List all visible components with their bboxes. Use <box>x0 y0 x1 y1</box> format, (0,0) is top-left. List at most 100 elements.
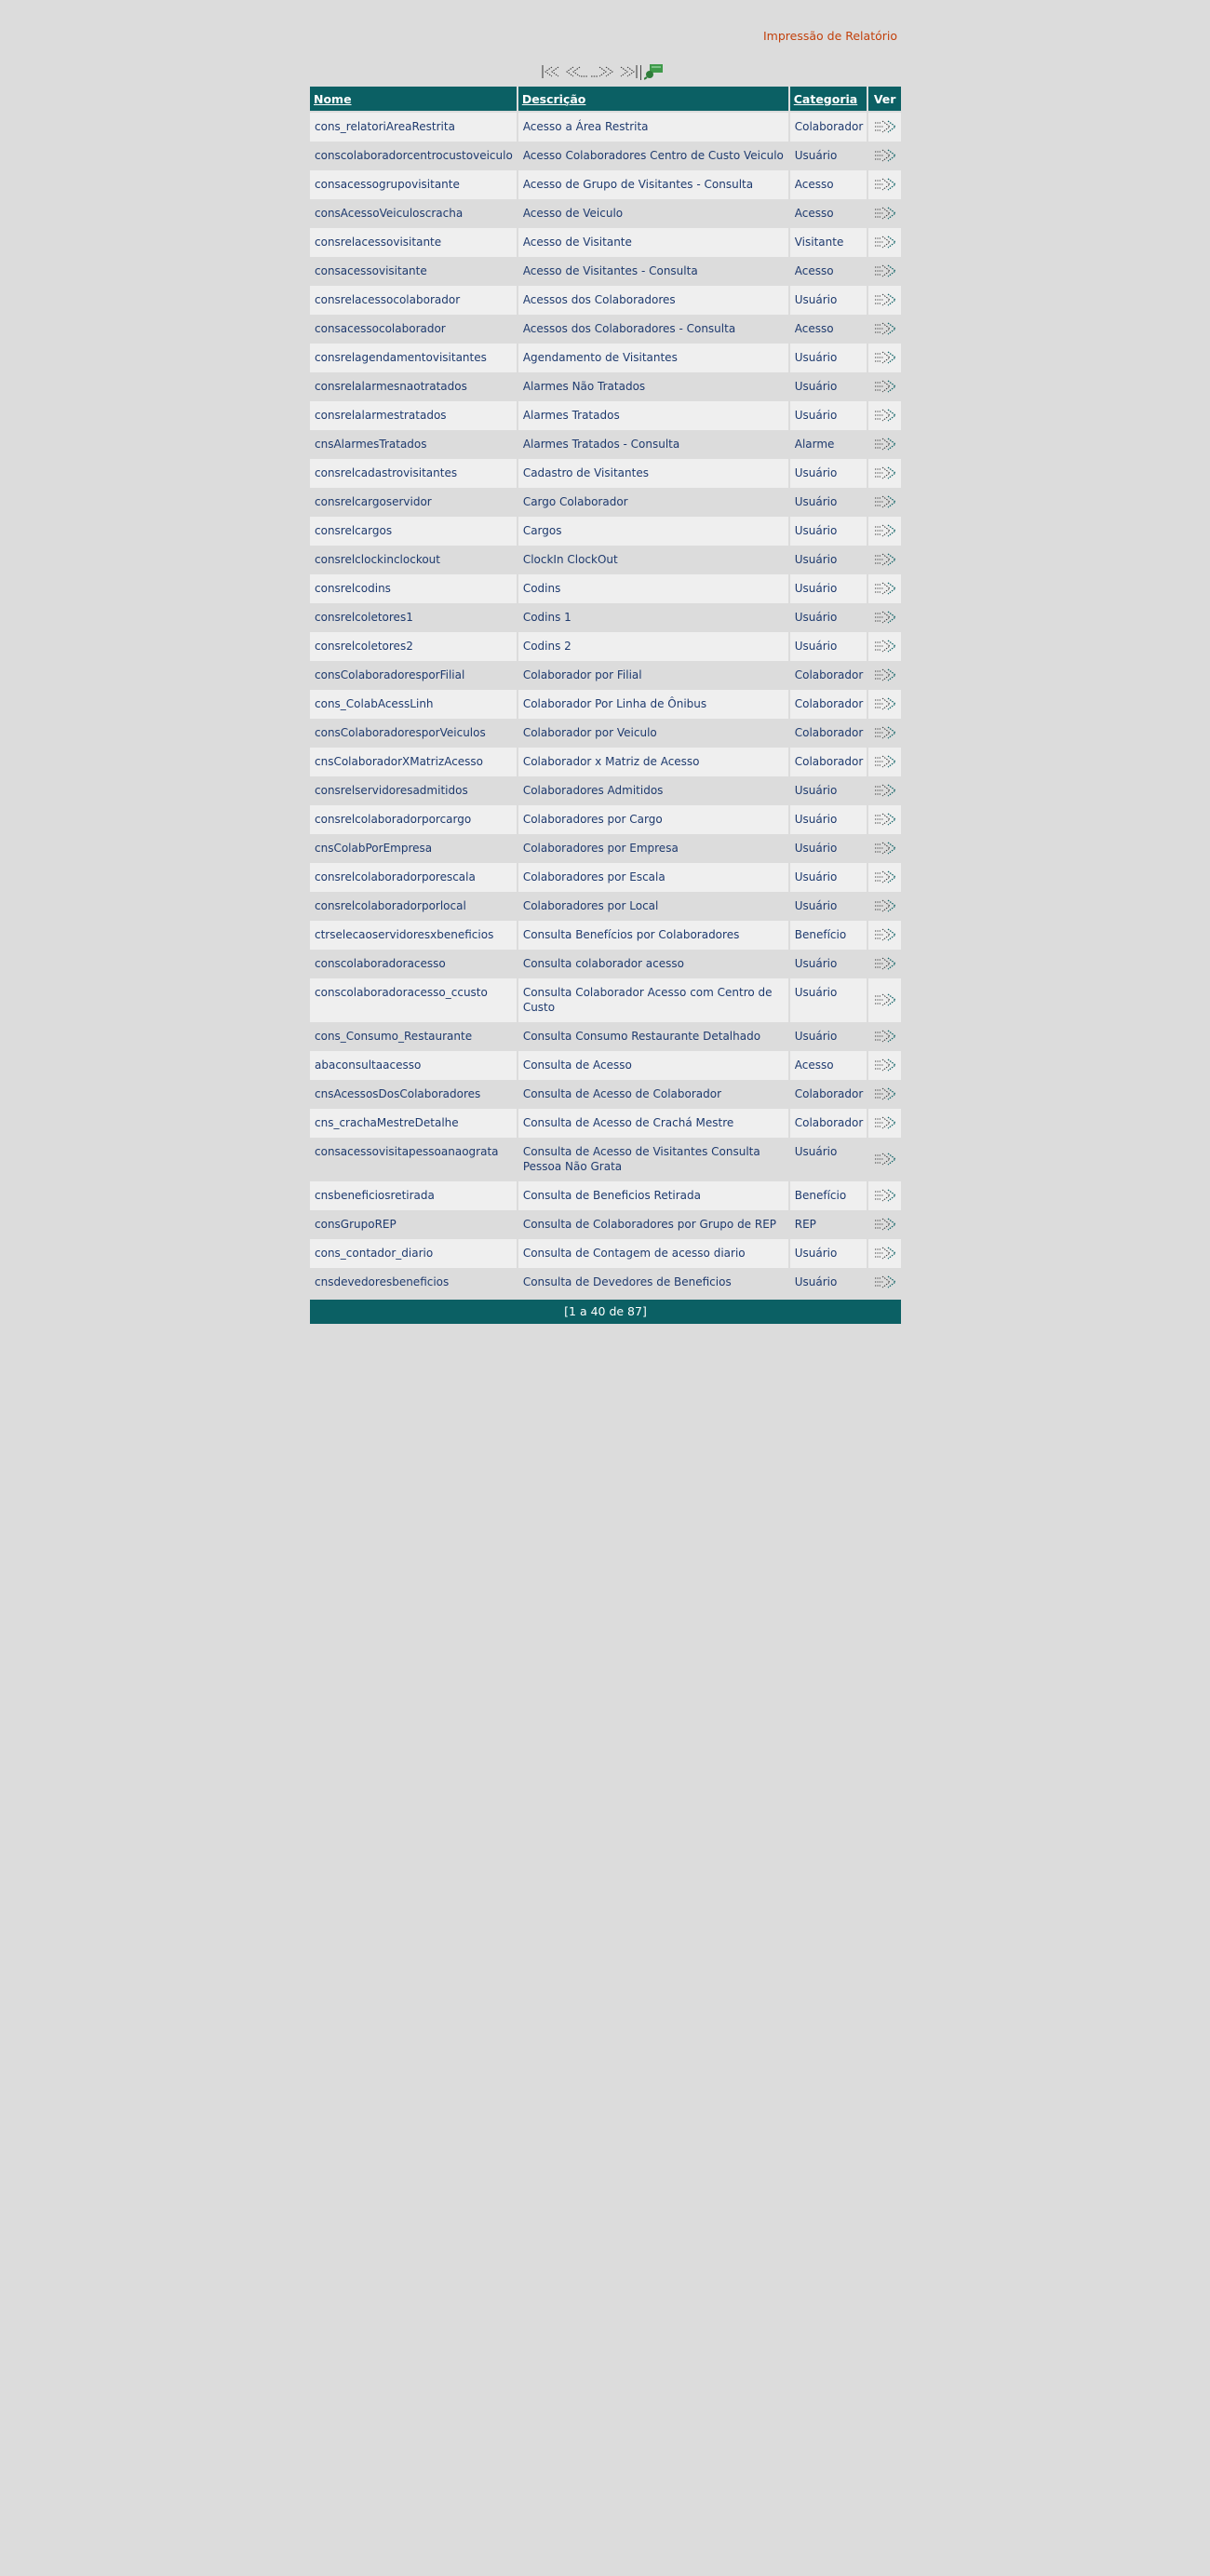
table-row[interactable]: cons_contador_diario Consulta de Contagem… <box>310 1239 901 1268</box>
table-row[interactable]: consrelcoletores2 Codins 2 Usuário <box>310 632 901 661</box>
column-header-categoria[interactable]: Categoria <box>789 87 867 113</box>
view-arrow-icon[interactable] <box>873 465 897 484</box>
table-row[interactable]: cnsdevedoresbeneficios Consulta de Devedo… <box>310 1268 901 1297</box>
cell-categoria: Usuário <box>789 603 867 632</box>
table-row[interactable]: consrelcoletores1 Codins 1 Usuário <box>310 603 901 632</box>
table-row[interactable]: consrelservidoresadmitidos Colaboradores … <box>310 776 901 805</box>
view-arrow-icon[interactable] <box>873 725 897 744</box>
view-arrow-icon[interactable] <box>873 1152 897 1170</box>
column-header-descricao[interactable]: Descrição <box>518 87 788 113</box>
view-arrow-icon[interactable] <box>873 1086 897 1105</box>
table-row[interactable]: consrelagendamentovisitantes Agendamento … <box>310 344 901 372</box>
table-row[interactable]: cons_relatoriAreaRestrita Acesso a Área R… <box>310 113 901 142</box>
sort-nome-link[interactable]: Nome <box>314 92 352 106</box>
table-row[interactable]: cnsbeneficiosretirada Consulta de Benefic… <box>310 1181 901 1210</box>
cell-nome: consacessovisitante <box>310 257 517 286</box>
view-arrow-icon[interactable] <box>873 1275 897 1293</box>
view-arrow-icon[interactable] <box>873 812 897 830</box>
table-row[interactable]: consGrupoREP Consulta de Colaboradores po… <box>310 1210 901 1239</box>
view-arrow-icon[interactable] <box>873 1058 897 1076</box>
view-arrow-icon[interactable] <box>873 1217 897 1235</box>
table-row[interactable]: consColaboradoresporVeiculos Colaborador … <box>310 719 901 748</box>
table-row[interactable]: consrelacessovisitante Acesso de Visitant… <box>310 228 901 257</box>
view-arrow-icon[interactable] <box>873 235 897 253</box>
view-arrow-icon[interactable] <box>873 523 897 542</box>
table-row[interactable]: abaconsultaacesso Consulta de Acesso Acess… <box>310 1051 901 1080</box>
table-row[interactable]: consacessovisitapessoanaograta Consulta d… <box>310 1138 901 1181</box>
table-row[interactable]: cnsColabPorEmpresa Colaboradores por Empr… <box>310 834 901 863</box>
table-row[interactable]: consrelcargoservidor Cargo Colaborador Usu… <box>310 488 901 517</box>
table-row[interactable]: consacessogrupovisitante Acesso de Grupo … <box>310 170 901 199</box>
first-page-icon[interactable] <box>542 64 564 82</box>
view-arrow-icon[interactable] <box>873 321 897 340</box>
cell-categoria: Usuário <box>789 517 867 546</box>
next-page-icon[interactable] <box>590 64 614 82</box>
view-arrow-icon[interactable] <box>873 639 897 657</box>
view-arrow-icon[interactable] <box>873 292 897 311</box>
table-row[interactable]: conscolaboradoracesso_ccusto Consulta Col… <box>310 978 901 1022</box>
report-print-link[interactable]: Impressão de Relatório <box>763 29 897 43</box>
view-arrow-icon[interactable] <box>873 1246 897 1264</box>
table-row[interactable]: consrelcadastrovisitantes Cadastro de Vis… <box>310 459 901 488</box>
view-arrow-icon[interactable] <box>873 437 897 455</box>
table-row[interactable]: consrelalarmestratados Alarmes Tratados Us… <box>310 401 901 430</box>
table-row[interactable]: cnsColaboradorXMatrizAcesso Colaborador x… <box>310 748 901 776</box>
table-row[interactable]: ctrselecaoservidoresxbeneficios Consulta … <box>310 921 901 950</box>
view-arrow-icon[interactable] <box>873 350 897 369</box>
table-row[interactable]: cns_crachaMestreDetalhe Consulta de Acess… <box>310 1109 901 1138</box>
table-row[interactable]: cnsAlarmesTratados Alarmes Tratados - Con… <box>310 430 901 459</box>
view-arrow-icon[interactable] <box>873 783 897 802</box>
previous-page-icon[interactable] <box>565 64 589 82</box>
view-arrow-icon[interactable] <box>873 408 897 426</box>
view-arrow-icon[interactable] <box>873 494 897 513</box>
cell-categoria: Usuário <box>789 344 867 372</box>
view-arrow-icon[interactable] <box>873 1115 897 1134</box>
view-arrow-icon[interactable] <box>873 119 897 138</box>
view-arrow-icon[interactable] <box>873 610 897 628</box>
table-row[interactable]: consAcessoVeiculoscracha Acesso de Veicul… <box>310 199 901 228</box>
view-arrow-icon[interactable] <box>873 992 897 1011</box>
view-arrow-icon[interactable] <box>873 148 897 167</box>
view-arrow-icon[interactable] <box>873 581 897 600</box>
search-flag-icon[interactable] <box>643 63 665 83</box>
table-row[interactable]: consrelcolaboradorporcargo Colaboradores … <box>310 805 901 834</box>
table-row[interactable]: consacessovisitante Acesso de Visitantes … <box>310 257 901 286</box>
table-row[interactable]: cons_Consumo_Restaurante Consulta Consumo… <box>310 1022 901 1051</box>
table-row[interactable]: consrelcargos Cargos Usuário <box>310 517 901 546</box>
view-arrow-icon[interactable] <box>873 927 897 946</box>
table-row[interactable]: consrelcodins Codins Usuário <box>310 574 901 603</box>
cell-descricao: Alarmes Não Tratados <box>518 372 788 401</box>
view-arrow-icon[interactable] <box>873 870 897 888</box>
column-header-nome[interactable]: Nome <box>310 87 517 113</box>
cell-ver <box>868 401 901 430</box>
table-row[interactable]: conscolaboradoracesso Consulta colaborado… <box>310 950 901 978</box>
last-page-icon[interactable] <box>615 64 638 82</box>
view-arrow-icon[interactable] <box>873 754 897 773</box>
sort-categoria-link[interactable]: Categoria <box>794 92 857 106</box>
view-arrow-icon[interactable] <box>873 177 897 196</box>
view-arrow-icon[interactable] <box>873 956 897 975</box>
cell-nome: consrelagendamentovisitantes <box>310 344 517 372</box>
table-row[interactable]: consrelclockinclockout ClockIn ClockOut Us… <box>310 546 901 574</box>
view-arrow-icon[interactable] <box>873 1029 897 1047</box>
table-row[interactable]: consacessocolaborador Acessos dos Colabor… <box>310 315 901 344</box>
table-row[interactable]: cnsAcessosDosColaboradores Consulta de Ac… <box>310 1080 901 1109</box>
view-arrow-icon[interactable] <box>873 552 897 571</box>
view-arrow-icon[interactable] <box>873 696 897 715</box>
view-arrow-icon[interactable] <box>873 898 897 917</box>
table-row[interactable]: cons_ColabAcessLinh Colaborador Por Linha… <box>310 690 901 719</box>
table-row[interactable]: consColaboradoresporFilial Colaborador po… <box>310 661 901 690</box>
table-row[interactable]: consrelalarmesnaotratados Alarmes Não Tra… <box>310 372 901 401</box>
table-row[interactable]: conscolaboradorcentrocustoveiculo Acesso … <box>310 142 901 170</box>
view-arrow-icon[interactable] <box>873 1188 897 1207</box>
cell-nome: consrelcargos <box>310 517 517 546</box>
view-arrow-icon[interactable] <box>873 206 897 224</box>
view-arrow-icon[interactable] <box>873 263 897 282</box>
view-arrow-icon[interactable] <box>873 841 897 859</box>
view-arrow-icon[interactable] <box>873 668 897 686</box>
table-row[interactable]: consrelcolaboradorporlocal Colaboradores … <box>310 892 901 921</box>
table-row[interactable]: consrelacessocolaborador Acessos dos Cola… <box>310 286 901 315</box>
table-row[interactable]: consrelcolaboradorporescala Colaboradores… <box>310 863 901 892</box>
view-arrow-icon[interactable] <box>873 379 897 398</box>
sort-descricao-link[interactable]: Descrição <box>522 92 586 106</box>
